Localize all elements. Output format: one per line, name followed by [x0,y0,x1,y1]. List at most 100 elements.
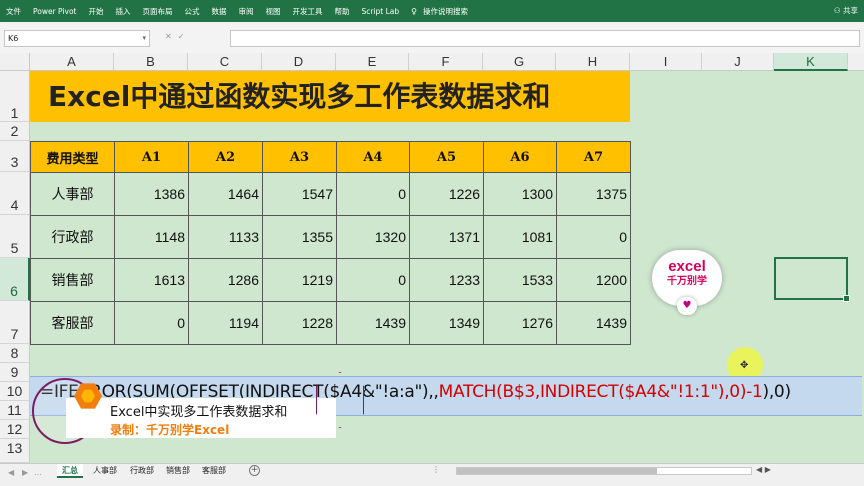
dept-cell[interactable]: 销售部 [30,258,115,302]
row-header-10[interactable]: 10 [0,382,30,401]
row-header-8[interactable]: 8 [0,344,30,363]
tell-me-search[interactable]: 操作说明搜索 [417,6,474,17]
tab-split-handle[interactable]: ⋮ [432,465,440,474]
column-header-b[interactable]: B [114,53,188,71]
row-header-6[interactable]: 6 [0,258,30,301]
row-header-3[interactable]: 3 [0,141,30,172]
value-cell[interactable]: 1375 [556,172,631,216]
column-header-d[interactable]: D [262,53,336,71]
more-sheets-icon[interactable]: … [34,468,42,477]
header-cell-a7[interactable]: A7 [556,141,631,173]
value-cell[interactable]: 1320 [336,215,410,259]
value-cell[interactable]: 1133 [188,215,263,259]
add-sheet-button[interactable]: + [249,465,260,476]
ribbon-tab-file[interactable]: 文件 [0,6,27,17]
value-cell[interactable]: 1286 [188,258,263,302]
ribbon-tab-formulas[interactable]: 公式 [178,6,205,17]
ribbon-tab-help[interactable]: 帮助 [328,6,355,17]
column-header-c[interactable]: C [188,53,262,71]
ribbon-tab-insert[interactable]: 插入 [109,6,136,17]
value-cell[interactable]: 1349 [409,301,484,345]
value-cell[interactable]: 1439 [336,301,410,345]
ribbon-tab-script-lab[interactable]: Script Lab [355,7,405,16]
column-header-g[interactable]: G [483,53,556,71]
scroll-arrows-icon[interactable]: ◀ ▶ [756,465,771,474]
value-cell[interactable]: 0 [114,301,189,345]
ribbon-tab-data[interactable]: 数据 [205,6,232,17]
value-cell[interactable]: 1613 [114,258,189,302]
horizontal-scrollbar[interactable] [456,467,752,475]
prev-sheet-icon[interactable]: ◀ [8,468,14,477]
value-cell[interactable]: 1081 [483,215,557,259]
row-header-5[interactable]: 5 [0,215,30,258]
select-all-corner[interactable] [0,53,30,71]
value-cell[interactable]: 1439 [556,301,631,345]
active-cell-k6[interactable] [774,257,850,302]
ribbon-tab-power-pivot[interactable]: Power Pivot [27,7,82,16]
value-cell[interactable]: 1547 [262,172,337,216]
value-cell[interactable]: 1226 [409,172,484,216]
value-cell[interactable]: 1228 [262,301,337,345]
row-header-2[interactable]: 2 [0,122,30,141]
header-cell-a2[interactable]: A2 [188,141,263,173]
sheet-tab-service[interactable]: 客服部 [197,464,231,478]
value-cell[interactable]: 1148 [114,215,189,259]
value-cell[interactable]: 0 [336,258,410,302]
ribbon-tab-view[interactable]: 视图 [259,6,286,17]
column-header-h[interactable]: H [556,53,630,71]
ribbon-tab-developer[interactable]: 开发工具 [286,6,328,17]
row-header-9[interactable]: 9 [0,363,30,382]
row-header-13[interactable]: 13 [0,439,30,463]
value-cell[interactable]: 0 [556,215,631,259]
ribbon-tab-home[interactable]: 开始 [82,6,109,17]
column-header-f[interactable]: F [409,53,483,71]
row-header-7[interactable]: 7 [0,301,30,344]
value-cell[interactable]: 1386 [114,172,189,216]
enter-icon[interactable]: ✓ [178,32,191,41]
column-header-k[interactable]: K [774,53,848,71]
row-header-1[interactable]: 1 [0,71,30,122]
value-cell[interactable]: 1300 [483,172,557,216]
column-header-a[interactable]: A [30,53,114,71]
next-sheet-icon[interactable]: ▶ [22,468,28,477]
scrollbar-thumb[interactable] [457,468,657,474]
value-cell[interactable]: 1233 [409,258,484,302]
ribbon-tab-bar: 文件 Power Pivot 开始 插入 页面布局 公式 数据 审阅 视图 开发… [0,0,864,22]
row-header-11[interactable]: 11 [0,401,30,420]
value-cell[interactable]: 1464 [188,172,263,216]
header-cell-a3[interactable]: A3 [262,141,337,173]
dept-cell[interactable]: 人事部 [30,172,115,216]
row-header-4[interactable]: 4 [0,172,30,215]
value-cell[interactable]: 0 [336,172,410,216]
sheet-tab-admin[interactable]: 行政部 [125,464,159,478]
sheet-tab-summary[interactable]: 汇总 [57,464,83,478]
sheet-title[interactable]: Excel中通过函数实现多工作表数据求和 [30,71,630,122]
row-header-12[interactable]: 12 [0,420,30,439]
ribbon-tab-page-layout[interactable]: 页面布局 [136,6,178,17]
ribbon-tab-review[interactable]: 审阅 [232,6,259,17]
cancel-icon[interactable]: ✕ [165,32,178,41]
column-header-i[interactable]: I [630,53,702,71]
formula-input[interactable] [230,30,860,47]
header-cell-a6[interactable]: A6 [483,141,557,173]
column-header-j[interactable]: J [702,53,774,71]
name-box[interactable]: K6 ▾ [4,30,150,47]
header-cell-type[interactable]: 费用类型 [30,141,115,173]
header-cell-a5[interactable]: A5 [409,141,484,173]
value-cell[interactable]: 1276 [483,301,557,345]
column-header-e[interactable]: E [336,53,409,71]
value-cell[interactable]: 1194 [188,301,263,345]
share-button[interactable]: ⚇ 共享 [834,5,858,16]
sheet-tab-hr[interactable]: 人事部 [88,464,122,478]
value-cell[interactable]: 1533 [483,258,557,302]
header-cell-a1[interactable]: A1 [114,141,189,173]
value-cell[interactable]: 1355 [262,215,337,259]
sheet-tab-sales[interactable]: 销售部 [161,464,195,478]
dept-cell[interactable]: 行政部 [30,215,115,259]
value-cell[interactable]: 1219 [262,258,337,302]
value-cell[interactable]: 1371 [409,215,484,259]
value-cell[interactable]: 1200 [556,258,631,302]
header-cell-a4[interactable]: A4 [336,141,410,173]
chevron-down-icon[interactable]: ▾ [142,31,146,46]
dept-cell[interactable]: 客服部 [30,301,115,345]
